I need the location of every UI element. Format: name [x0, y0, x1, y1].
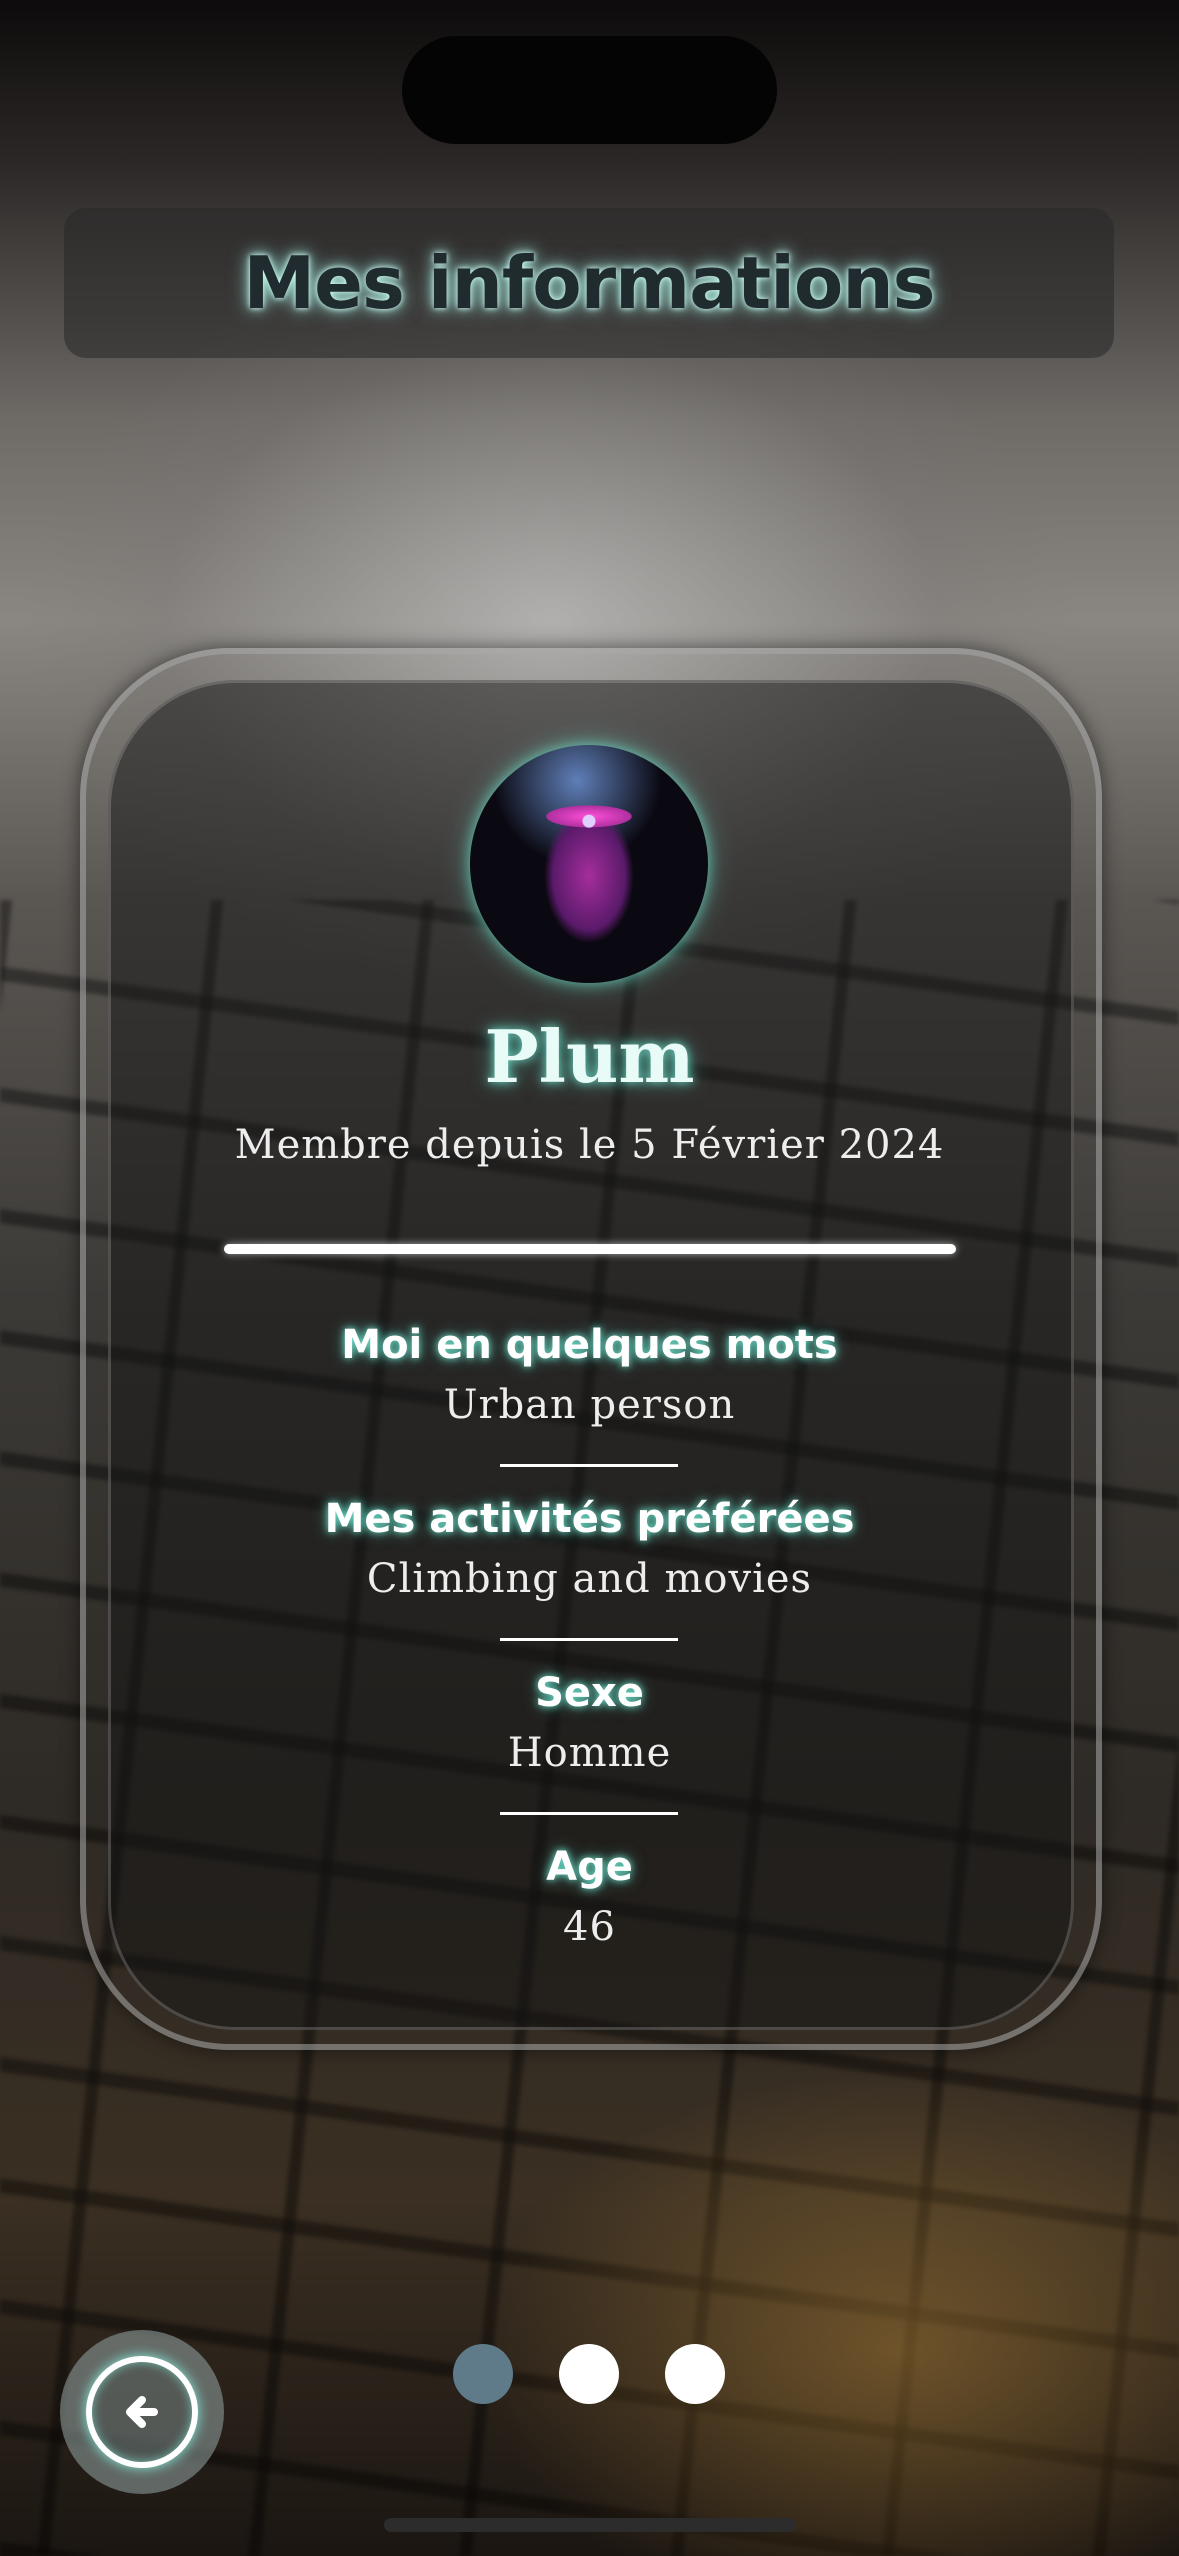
field-value-age: 46: [563, 1904, 616, 1950]
page-indicator: [453, 2344, 725, 2404]
back-button[interactable]: [60, 2330, 224, 2494]
profile-name: Plum: [484, 1014, 695, 1099]
arrow-left-circle-icon: [86, 2356, 198, 2468]
header-bar: Mes informations: [64, 208, 1114, 358]
home-indicator[interactable]: [384, 2518, 796, 2532]
divider: [224, 1244, 956, 1254]
field-value-activities: Climbing and movies: [366, 1556, 813, 1602]
field-separator: [500, 1638, 678, 1641]
member-since: Membre depuis le 5 Février 2024: [234, 1122, 945, 1168]
page-title: Mes informations: [243, 241, 936, 325]
field-value-sex: Homme: [507, 1730, 672, 1776]
field-label-about: Moi en quelques mots: [341, 1322, 838, 1368]
page-dot-1[interactable]: [453, 2344, 513, 2404]
field-label-age: Age: [546, 1844, 633, 1890]
page-dot-3[interactable]: [665, 2344, 725, 2404]
dynamic-island: [402, 36, 777, 144]
field-separator: [500, 1812, 678, 1815]
page-dot-2[interactable]: [559, 2344, 619, 2404]
field-label-sex: Sexe: [535, 1670, 644, 1716]
field-label-activities: Mes activités préférées: [324, 1496, 855, 1542]
field-separator: [500, 1464, 678, 1467]
field-value-about: Urban person: [443, 1382, 736, 1428]
avatar: [470, 745, 708, 983]
